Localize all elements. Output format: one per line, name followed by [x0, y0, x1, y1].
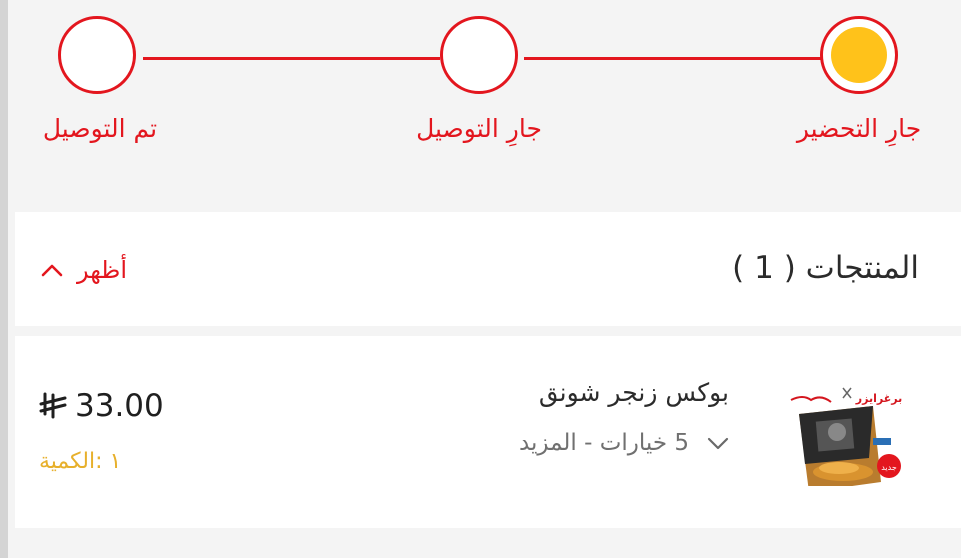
show-products-label: أظهر [77, 256, 128, 284]
show-products-toggle[interactable]: أظهر [41, 250, 127, 290]
product-quantity: ١ :الكمية [39, 449, 122, 474]
product-price: 33.00 [39, 388, 164, 424]
chevron-up-icon [41, 264, 63, 277]
step-delivered-indicator [58, 16, 136, 94]
active-step-dot [831, 27, 887, 83]
bottom-divider [15, 528, 961, 558]
riyal-symbol-icon [39, 392, 67, 419]
step-label-preparing: جارِ التحضير [796, 114, 922, 143]
step-preparing-indicator [820, 16, 898, 94]
products-section-header: المنتجات ( 1 ) أظهر [15, 212, 961, 326]
product-image-badge: جديد [881, 463, 897, 472]
step-label-delivering: جارِ التوصيل [416, 114, 542, 143]
product-name: بوكس زنجر شونق [538, 378, 729, 407]
products-title: المنتجات ( 1 ) [732, 250, 919, 286]
step-connector [143, 57, 440, 60]
product-box-image: برغرايزر جديد [777, 376, 905, 486]
step-connector [524, 57, 822, 60]
product-item: برغرايزر جديد بوكس زنجر شونق 5 خيارات - … [15, 336, 961, 528]
product-image-brand: برغرايزر [855, 392, 902, 405]
product-options-expand[interactable]: 5 خيارات - المزيد [519, 430, 729, 456]
product-price-value: 33.00 [75, 388, 164, 424]
product-options-label: 5 خيارات - المزيد [518, 430, 689, 456]
step-delivering-indicator [440, 16, 518, 94]
order-status-stepper: جارِ التحضير جارِ التوصيل تم التوصيل [8, 0, 961, 208]
step-label-delivered: تم التوصيل [42, 114, 158, 143]
chevron-down-icon [707, 437, 729, 450]
left-edge-rail [0, 0, 8, 558]
